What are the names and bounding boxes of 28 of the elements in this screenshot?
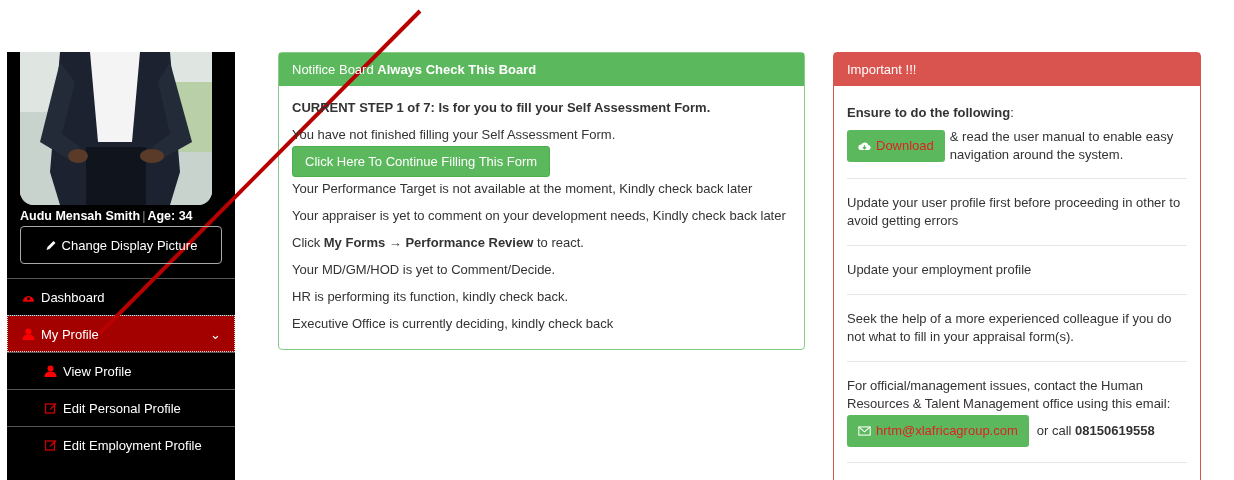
menu-item[interactable]: Edit Employment Profile	[7, 426, 235, 463]
menu-item[interactable]: View Profile	[7, 352, 235, 389]
instruction-text: Seek the help of a more experienced colleague if you do not what to fill in your appraisal form(s).	[847, 310, 1173, 346]
panel-title: Important !!!	[847, 62, 917, 77]
cloud-download-icon	[858, 140, 871, 152]
instruction-text: Update your employment profile	[847, 261, 1033, 279]
edit-icon	[44, 439, 57, 451]
phone-text: or call 08150619558	[1036, 422, 1155, 440]
notice-text: Executive Office is currently deciding, kindly check back	[292, 316, 615, 331]
notice-text: HR is performing its function, kindly check back.	[292, 289, 569, 304]
notice-text: Your appraiser is yet to comment on your development needs, Kindly check back later	[292, 208, 787, 223]
user-icon	[44, 365, 57, 377]
instruction-text: Update your user profile first before proceeding in other to avoid getting errors	[847, 194, 1182, 230]
instruction-text: & read the user manual to enable easy navigation around the system.	[949, 128, 1175, 164]
separator: |	[142, 209, 146, 223]
notice-text: Your Performance Target is not available at the moment, Kindly check back later	[292, 181, 754, 196]
edit-icon	[44, 402, 57, 414]
instruction-text: For official/management issues, contact the Human Resources & Talent Management office using this email:	[847, 377, 1172, 413]
instruction-heading: Ensure to do the following:	[847, 104, 1015, 122]
notice-text: Click My Forms → Performance Review to react.	[292, 235, 585, 250]
pencil-icon	[44, 239, 58, 251]
user-age: Age: 34	[147, 209, 193, 223]
menu-item[interactable]: Edit Personal Profile	[7, 389, 235, 426]
envelope-icon	[858, 425, 871, 437]
menu-item[interactable]: My Profile ⌄	[7, 315, 235, 352]
notice-text: Your MD/GM/HOD is yet to Comment/Decide.	[292, 262, 557, 277]
user-name: Audu Mensah Smith	[20, 209, 141, 223]
user-icon	[22, 328, 35, 340]
